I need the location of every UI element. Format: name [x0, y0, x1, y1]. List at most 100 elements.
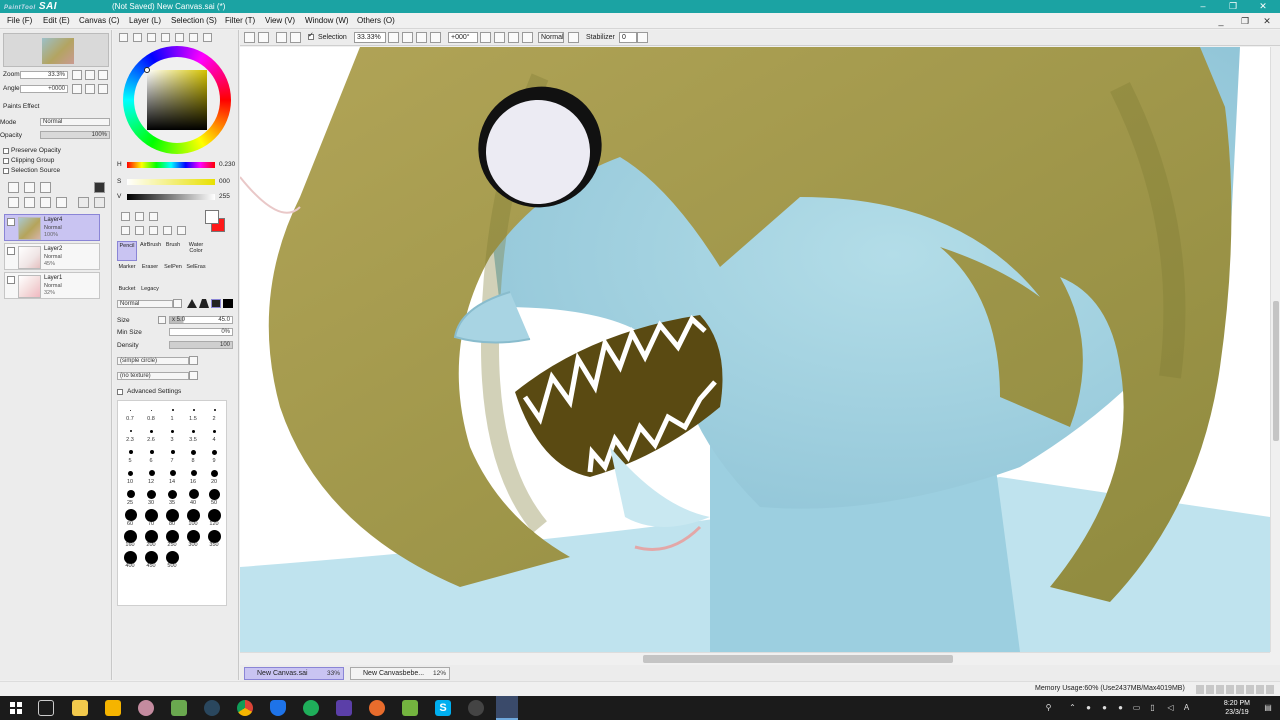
layer-row-layer4[interactable]: Layer4 Normal 100%	[4, 214, 100, 241]
brush-mode-dropdown-icon[interactable]	[173, 299, 182, 308]
layer-row-layer2[interactable]: Layer2 Normal 45%	[4, 243, 100, 270]
blend-mode-dropdown-icon[interactable]	[568, 32, 579, 43]
brush-size-preset[interactable]: 3	[162, 424, 183, 445]
swatches-tab-icon[interactable]	[175, 33, 184, 42]
selection-source-checkbox[interactable]	[3, 168, 9, 174]
tool-marker[interactable]: Marker	[117, 263, 137, 283]
new-folder-icon[interactable]	[40, 182, 51, 193]
doc-tab[interactable]: New Canvasbebe... 12%	[350, 667, 450, 680]
hand-tool-icon[interactable]	[163, 226, 172, 235]
paints-effect-header[interactable]: Paints Effect	[0, 103, 112, 111]
horizontal-scrollbar[interactable]	[240, 652, 1270, 664]
magic-wand-icon[interactable]	[149, 212, 158, 221]
tool-airbrush[interactable]: AirBrush	[140, 241, 161, 261]
layer-mode-select[interactable]: Normal	[40, 118, 110, 126]
invert-selection-icon[interactable]	[290, 32, 301, 43]
advanced-settings-toggle[interactable]: Advanced Settings	[117, 388, 217, 397]
rotate-reset-icon[interactable]	[508, 32, 519, 43]
undo-icon[interactable]	[244, 32, 255, 43]
horizontal-scroll-thumb[interactable]	[643, 655, 953, 663]
volume-icon[interactable]: ◁	[1166, 703, 1175, 712]
brush-size-preset[interactable]: 100	[183, 508, 204, 529]
brush-texture-dropdown-icon[interactable]	[189, 371, 198, 380]
brush-size-preset[interactable]: 14	[162, 466, 183, 487]
zoom-in-icon[interactable]	[402, 32, 413, 43]
tray-chevron-icon[interactable]: ⌃	[1068, 703, 1077, 712]
brush-size-preset[interactable]: 9	[204, 445, 225, 466]
brush-size-preset[interactable]: 60	[120, 508, 141, 529]
rotate-right-icon[interactable]	[494, 32, 505, 43]
move-icon[interactable]	[121, 226, 130, 235]
rgb-tab-icon[interactable]	[133, 33, 142, 42]
tool-selpen[interactable]: SelPen	[163, 263, 183, 283]
brush-shape-select[interactable]: (simple circle)	[117, 357, 189, 365]
language-icon[interactable]: A	[1182, 703, 1191, 712]
brush-size-preset[interactable]: 0.8	[141, 403, 162, 424]
clock[interactable]: 8:20 PM 23/3/19	[1224, 699, 1250, 717]
brush-size-preset[interactable]: 250	[162, 529, 183, 550]
skype-icon[interactable]: S	[435, 700, 451, 716]
paint-tool-sai-task-icon[interactable]	[496, 696, 518, 720]
delete-mask-icon[interactable]	[94, 197, 105, 208]
menu-edit[interactable]: Edit (E)	[43, 15, 70, 27]
blend-mode-select[interactable]: Normal	[538, 32, 564, 43]
hue-slider[interactable]	[127, 162, 215, 168]
brush-size-preset[interactable]: 400	[120, 550, 141, 571]
minecraft-icon[interactable]	[171, 700, 187, 716]
menu-file[interactable]: File (F)	[7, 15, 32, 27]
clear-layer-icon[interactable]	[40, 197, 51, 208]
zoom-out-icon[interactable]	[388, 32, 399, 43]
vertical-scroll-thumb[interactable]	[1273, 301, 1279, 441]
navigator-preview[interactable]	[3, 33, 109, 67]
layer-mask-icon[interactable]	[94, 182, 105, 193]
menu-view[interactable]: View (V)	[265, 15, 295, 27]
people-icon[interactable]: ⚲	[1044, 703, 1053, 712]
visibility-eye-icon[interactable]	[7, 247, 15, 255]
tray-app-icon[interactable]: ●	[1084, 703, 1093, 712]
main-color-swatch[interactable]	[205, 210, 219, 224]
brush-size-preset[interactable]: 35	[162, 487, 183, 508]
brush-size-preset[interactable]: 450	[141, 550, 162, 571]
eyedropper-icon[interactable]	[177, 226, 186, 235]
rotation-field[interactable]: +000°	[448, 32, 478, 43]
color-picker-marker[interactable]	[144, 67, 150, 73]
tray-app-icon-3[interactable]: ●	[1116, 703, 1125, 712]
brush-size-preset[interactable]: 500	[162, 550, 183, 571]
doc-restore-icon[interactable]: ❐	[1236, 13, 1254, 29]
app-icon[interactable]	[138, 700, 154, 716]
deselect-icon[interactable]	[276, 32, 287, 43]
browser-icon[interactable]	[369, 700, 385, 716]
sticky-notes-icon[interactable]	[105, 700, 121, 716]
menu-layer[interactable]: Layer (L)	[129, 15, 161, 27]
brush-size-preset[interactable]: 2	[204, 403, 225, 424]
nav-zoom-out-icon[interactable]	[72, 70, 82, 80]
brush-texture-select[interactable]: (no texture)	[117, 372, 189, 380]
nav-angle-field[interactable]: +0000	[20, 85, 68, 93]
size-slider[interactable]: x 5.0 45.0	[169, 316, 233, 324]
start-icon[interactable]	[10, 702, 22, 714]
new-layer-icon[interactable]	[8, 182, 19, 193]
size-multiplier-icon[interactable]	[158, 316, 166, 324]
battery-icon[interactable]: ▯	[1148, 703, 1157, 712]
rotate-left-icon[interactable]	[480, 32, 491, 43]
intermediate-tab-icon[interactable]	[161, 33, 170, 42]
nav-rotate-left-icon[interactable]	[72, 84, 82, 94]
flip-horizontal-icon[interactable]	[522, 32, 533, 43]
brush-size-preset[interactable]: 20	[204, 466, 225, 487]
preserve-opacity-checkbox[interactable]	[3, 148, 9, 154]
brush-size-preset[interactable]: 2.3	[120, 424, 141, 445]
brush-size-preset[interactable]: 80	[162, 508, 183, 529]
brush-size-preset[interactable]: 16	[183, 466, 204, 487]
defender-icon[interactable]	[270, 700, 286, 716]
brush-edge-selector[interactable]	[187, 299, 235, 308]
tool-pencil[interactable]: Pencil	[117, 241, 137, 261]
stabilizer-field[interactable]: 0	[619, 32, 637, 43]
visibility-eye-icon[interactable]	[7, 218, 15, 226]
brush-shape-dropdown-icon[interactable]	[189, 356, 198, 365]
brush-size-preset[interactable]: 5	[120, 445, 141, 466]
tray-app-icon-2[interactable]: ●	[1100, 703, 1109, 712]
close-icon[interactable]: ✕	[1252, 0, 1274, 13]
steam-icon[interactable]	[204, 700, 220, 716]
notifications-icon[interactable]: ▤	[1262, 703, 1274, 712]
minimize-icon[interactable]: –	[1192, 0, 1214, 13]
